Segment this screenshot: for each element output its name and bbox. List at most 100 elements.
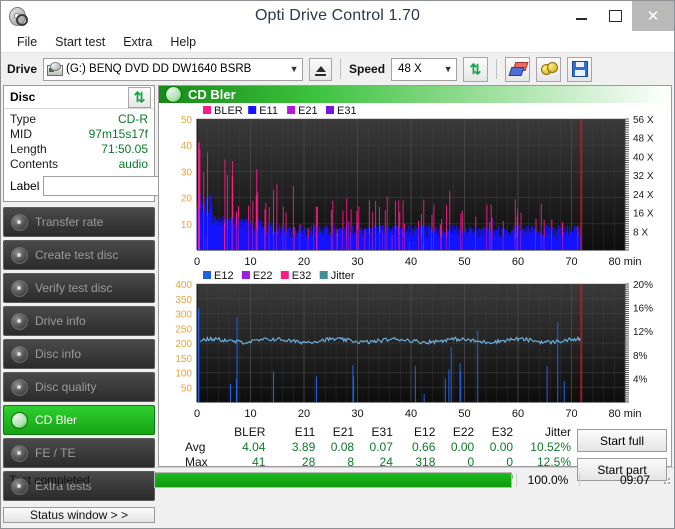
menu-item-help[interactable]: Help [161,33,205,51]
svg-text:4%: 4% [633,374,648,385]
svg-text:30: 30 [351,256,363,268]
table-col-e31: E31 [371,425,393,439]
drive-icon [47,62,64,76]
sidebar-item-label: Disc info [35,347,82,361]
svg-text:50: 50 [181,115,193,126]
settings-button[interactable] [536,56,562,82]
cell: 41 [252,455,266,469]
sidebar-item-fe-te[interactable]: FE / TE [3,438,155,468]
table-col-jitter: Jitter [544,425,571,439]
title-bar: Opti Drive Control 1.70 ✕ [1,1,674,31]
sidebar-item-disc-info[interactable]: Disc info [3,339,155,369]
refresh-icon: ⇅ [469,61,482,77]
drive-label: Drive [7,62,38,76]
svg-text:80 min: 80 min [608,256,641,268]
svg-text:Jitter: Jitter [331,270,355,282]
sidebar-nav: Transfer rate Create test disc Verify te… [3,207,155,501]
cell: 24 [379,455,393,469]
svg-text:E31: E31 [337,105,357,117]
disc-row-key: MID [10,127,32,141]
sidebar-item-drive-info[interactable]: Drive info [3,306,155,336]
svg-text:E21: E21 [298,105,318,117]
cell: 4.04 [242,440,266,454]
disc-info-rows: Type CD-R MID 97m15s17f Length 71:50.05 … [4,109,249,201]
disc-row-value: 97m15s17f [88,127,148,141]
svg-text:24 X: 24 X [633,190,654,201]
svg-text:400: 400 [175,280,192,291]
eject-icon [315,65,326,72]
svg-text:200: 200 [175,339,192,350]
disc-panel-title: Disc [10,90,36,104]
maximize-button[interactable] [598,1,632,31]
eject-button[interactable] [309,57,333,81]
cell: 0 [506,455,514,469]
table-col-e21: E21 [332,425,355,439]
cell: 0.00 [489,440,514,454]
table-col-e11: E11 [294,425,316,439]
svg-text:50: 50 [181,383,193,394]
svg-text:70: 70 [565,256,577,268]
start-full-button[interactable]: Start full [577,429,667,452]
svg-text:10: 10 [244,256,256,268]
svg-text:0: 0 [194,408,200,420]
bler-chart[interactable]: 10 20 30 40 50 0 10 20 30 40 50 60 70 80 min 8 X 16 X 24… [161,105,669,270]
svg-text:E32: E32 [292,270,312,282]
sidebar-item-transfer-rate[interactable]: Transfer rate [3,207,155,237]
svg-text:150: 150 [175,354,192,365]
refresh-button[interactable]: ⇅ [463,56,489,82]
menu-item-start-test[interactable]: Start test [46,33,114,51]
sidebar-item-label: Transfer rate [35,215,104,229]
sidebar-item-disc-quality[interactable]: Disc quality [3,372,155,402]
progress-bar [154,472,512,488]
svg-text:100: 100 [175,369,192,380]
sidebar-item-verify-test-disc[interactable]: Verify test disc [3,273,155,303]
menu-item-extra[interactable]: Extra [114,33,161,51]
save-button[interactable] [567,56,593,82]
menu-item-file[interactable]: File [8,33,46,51]
erase-button[interactable] [505,56,531,82]
jitter-chart[interactable]: 50 100 150 200 250 300 350 400 0 10 20 30 40 50 60 70 80… [161,270,669,422]
disc-row-key: Length [10,142,47,156]
resize-grip[interactable] [660,474,672,486]
svg-text:80 min: 80 min [608,408,641,420]
svg-text:30: 30 [351,408,363,420]
eraser-icon [508,62,529,76]
svg-text:E11: E11 [259,105,278,117]
table-col-bler: BLER [234,425,266,439]
disc-icon [11,345,28,363]
status-window-button[interactable]: Status window > > [3,507,155,523]
divider [340,59,342,79]
sidebar-item-label: Drive info [35,314,86,328]
table-row: Avg 4.04 3.89 0.08 0.07 0.66 0.00 0.00 10.52% [163,440,577,455]
content-panel: CD Bler 10 20 30 40 50 0 10 20 30 40 50 60 70 80 min 8… [158,85,672,484]
svg-text:40: 40 [405,408,417,420]
disc-row-value: 71:50.05 [101,142,148,156]
sidebar-item-cd-bler[interactable]: CD Bler [3,405,155,435]
disc-row-type: Type CD-R [10,112,148,127]
svg-text:56 X: 56 X [633,115,654,126]
cell: 318 [415,455,436,469]
disc-panel: Disc ⇅ Type CD-R MID 97m15s17f Length 71… [3,85,249,202]
disc-icon [11,279,28,297]
table-col-blank [163,425,222,440]
disc-refresh-button[interactable]: ⇅ [128,86,151,108]
left-panel: Disc ⇅ Type CD-R MID 97m15s17f Length 71… [3,85,249,523]
svg-text:60: 60 [512,408,524,420]
content-header: CD Bler [159,86,671,103]
cell: 12.5% [536,455,571,469]
svg-text:40 X: 40 X [633,152,654,163]
chevron-down-icon: ▼ [443,64,453,74]
sidebar-item-create-test-disc[interactable]: Create test disc [3,240,155,270]
sidebar-item-label: FE / TE [35,446,76,460]
minimize-button[interactable] [564,1,598,31]
drive-select[interactable]: (G:) BENQ DVD DD DW1640 BSRB ▼ [43,57,304,81]
speed-select-value: 48 X [398,63,422,75]
svg-text:BLER: BLER [214,105,243,117]
disc-row-mid: MID 97m15s17f [10,127,148,142]
speed-select[interactable]: 48 X ▼ [391,57,458,81]
cell: 10.52% [530,440,571,454]
svg-text:8 X: 8 X [633,227,648,238]
close-button[interactable]: ✕ [632,1,674,31]
drive-select-value: (G:) BENQ DVD DD DW1640 BSRB [66,63,252,75]
application-window: Opti Drive Control 1.70 ✕ File Start tes… [0,0,675,529]
